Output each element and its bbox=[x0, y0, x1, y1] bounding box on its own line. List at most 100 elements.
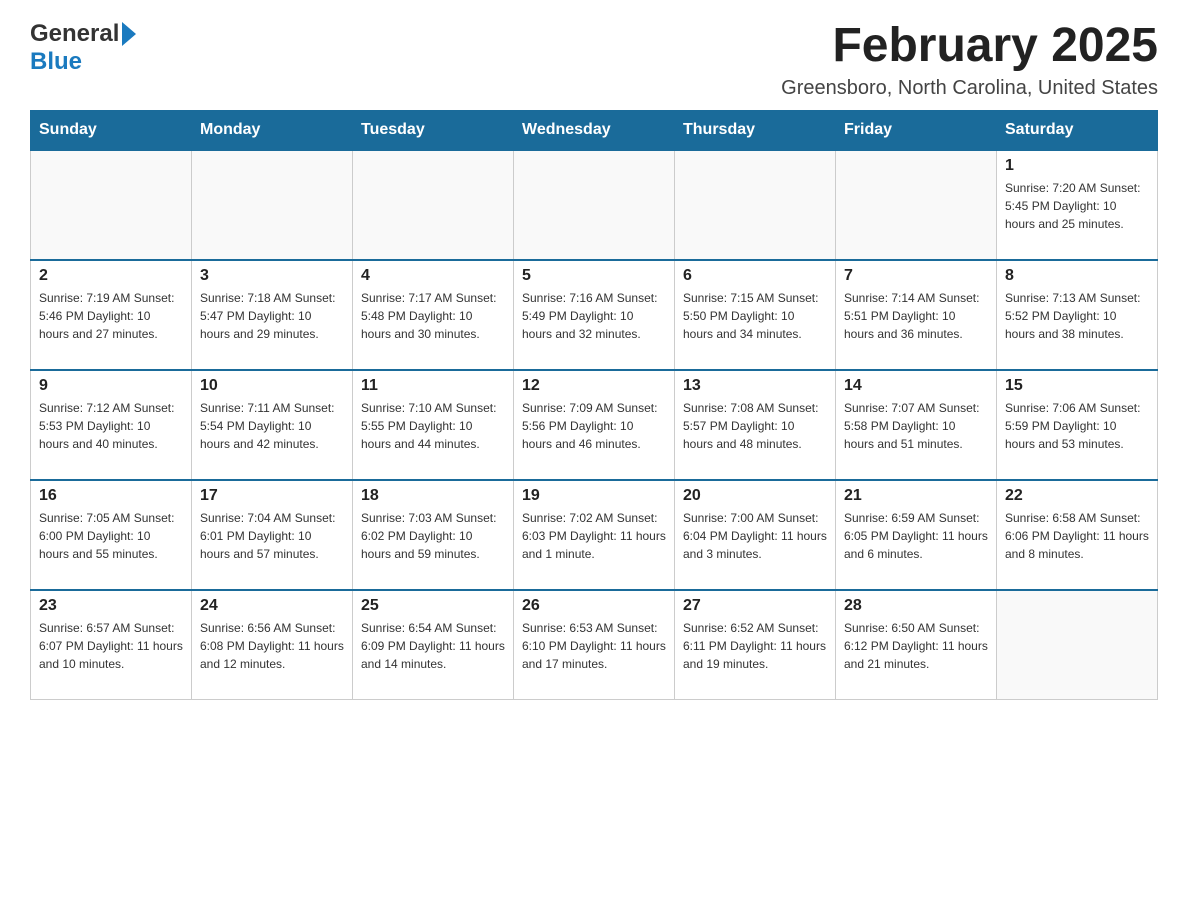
day-info: Sunrise: 7:10 AM Sunset: 5:55 PM Dayligh… bbox=[361, 399, 505, 453]
calendar-day-header: Saturday bbox=[997, 110, 1158, 150]
logo-triangle-icon bbox=[122, 22, 136, 46]
day-number: 6 bbox=[683, 267, 827, 285]
calendar-cell bbox=[997, 590, 1158, 700]
day-number: 18 bbox=[361, 487, 505, 505]
calendar-day-header: Thursday bbox=[675, 110, 836, 150]
day-info: Sunrise: 7:04 AM Sunset: 6:01 PM Dayligh… bbox=[200, 509, 344, 563]
day-info: Sunrise: 6:58 AM Sunset: 6:06 PM Dayligh… bbox=[1005, 509, 1149, 563]
day-number: 7 bbox=[844, 267, 988, 285]
day-number: 24 bbox=[200, 597, 344, 615]
day-info: Sunrise: 7:14 AM Sunset: 5:51 PM Dayligh… bbox=[844, 289, 988, 343]
day-info: Sunrise: 7:17 AM Sunset: 5:48 PM Dayligh… bbox=[361, 289, 505, 343]
calendar-cell: 7 Sunrise: 7:14 AM Sunset: 5:51 PM Daylig… bbox=[836, 260, 997, 370]
day-number: 23 bbox=[39, 597, 183, 615]
day-info: Sunrise: 7:03 AM Sunset: 6:02 PM Dayligh… bbox=[361, 509, 505, 563]
day-number: 12 bbox=[522, 377, 666, 395]
day-info: Sunrise: 7:16 AM Sunset: 5:49 PM Dayligh… bbox=[522, 289, 666, 343]
calendar-cell bbox=[31, 150, 192, 260]
day-info: Sunrise: 7:20 AM Sunset: 5:45 PM Dayligh… bbox=[1005, 179, 1149, 233]
logo-blue-text: Blue bbox=[30, 48, 82, 75]
day-info: Sunrise: 6:56 AM Sunset: 6:08 PM Dayligh… bbox=[200, 619, 344, 673]
calendar-day-header: Wednesday bbox=[514, 110, 675, 150]
day-info: Sunrise: 7:05 AM Sunset: 6:00 PM Dayligh… bbox=[39, 509, 183, 563]
day-number: 27 bbox=[683, 597, 827, 615]
calendar-cell: 5 Sunrise: 7:16 AM Sunset: 5:49 PM Daylig… bbox=[514, 260, 675, 370]
month-title: February 2025 bbox=[781, 20, 1158, 73]
calendar-week-row: 2 Sunrise: 7:19 AM Sunset: 5:46 PM Daylig… bbox=[31, 260, 1158, 370]
day-info: Sunrise: 7:15 AM Sunset: 5:50 PM Dayligh… bbox=[683, 289, 827, 343]
day-number: 13 bbox=[683, 377, 827, 395]
calendar-table: SundayMondayTuesdayWednesdayThursdayFrid… bbox=[30, 110, 1158, 701]
day-number: 22 bbox=[1005, 487, 1149, 505]
calendar-week-row: 9 Sunrise: 7:12 AM Sunset: 5:53 PM Daylig… bbox=[31, 370, 1158, 480]
calendar-cell: 26 Sunrise: 6:53 AM Sunset: 6:10 PM Dayli… bbox=[514, 590, 675, 700]
calendar-cell: 11 Sunrise: 7:10 AM Sunset: 5:55 PM Dayli… bbox=[353, 370, 514, 480]
calendar-cell: 15 Sunrise: 7:06 AM Sunset: 5:59 PM Dayli… bbox=[997, 370, 1158, 480]
calendar-cell: 20Sunrise: 7:00 AM Sunset: 6:04 PM Dayli… bbox=[675, 480, 836, 590]
calendar-cell: 17 Sunrise: 7:04 AM Sunset: 6:01 PM Dayli… bbox=[192, 480, 353, 590]
day-number: 5 bbox=[522, 267, 666, 285]
calendar-cell: 6 Sunrise: 7:15 AM Sunset: 5:50 PM Daylig… bbox=[675, 260, 836, 370]
day-info: Sunrise: 6:52 AM Sunset: 6:11 PM Dayligh… bbox=[683, 619, 827, 673]
calendar-cell: 22 Sunrise: 6:58 AM Sunset: 6:06 PM Dayli… bbox=[997, 480, 1158, 590]
calendar-cell: 19 Sunrise: 7:02 AM Sunset: 6:03 PM Dayli… bbox=[514, 480, 675, 590]
day-info: Sunrise: 7:07 AM Sunset: 5:58 PM Dayligh… bbox=[844, 399, 988, 453]
calendar-cell bbox=[675, 150, 836, 260]
calendar-cell: 25 Sunrise: 6:54 AM Sunset: 6:09 PM Dayli… bbox=[353, 590, 514, 700]
calendar-cell: 12 Sunrise: 7:09 AM Sunset: 5:56 PM Dayli… bbox=[514, 370, 675, 480]
day-number: 19 bbox=[522, 487, 666, 505]
calendar-day-header: Tuesday bbox=[353, 110, 514, 150]
day-info: Sunrise: 7:09 AM Sunset: 5:56 PM Dayligh… bbox=[522, 399, 666, 453]
day-number: 26 bbox=[522, 597, 666, 615]
day-number: 20 bbox=[683, 487, 827, 505]
calendar-week-row: 1 Sunrise: 7:20 AM Sunset: 5:45 PM Daylig… bbox=[31, 150, 1158, 260]
day-info: Sunrise: 6:53 AM Sunset: 6:10 PM Dayligh… bbox=[522, 619, 666, 673]
day-number: 2 bbox=[39, 267, 183, 285]
calendar-cell: 24 Sunrise: 6:56 AM Sunset: 6:08 PM Dayli… bbox=[192, 590, 353, 700]
day-info: Sunrise: 7:06 AM Sunset: 5:59 PM Dayligh… bbox=[1005, 399, 1149, 453]
calendar-cell: 16 Sunrise: 7:05 AM Sunset: 6:00 PM Dayli… bbox=[31, 480, 192, 590]
calendar-cell bbox=[514, 150, 675, 260]
day-info: Sunrise: 6:54 AM Sunset: 6:09 PM Dayligh… bbox=[361, 619, 505, 673]
day-number: 28 bbox=[844, 597, 988, 615]
day-info: Sunrise: 7:02 AM Sunset: 6:03 PM Dayligh… bbox=[522, 509, 666, 563]
calendar-day-header: Monday bbox=[192, 110, 353, 150]
calendar-cell: 21 Sunrise: 6:59 AM Sunset: 6:05 PM Dayli… bbox=[836, 480, 997, 590]
day-number: 10 bbox=[200, 377, 344, 395]
calendar-cell: 28 Sunrise: 6:50 AM Sunset: 6:12 PM Dayli… bbox=[836, 590, 997, 700]
calendar-cell: 23Sunrise: 6:57 AM Sunset: 6:07 PM Dayli… bbox=[31, 590, 192, 700]
day-number: 3 bbox=[200, 267, 344, 285]
calendar-cell: 3Sunrise: 7:18 AM Sunset: 5:47 PM Daylig… bbox=[192, 260, 353, 370]
day-info: Sunrise: 7:11 AM Sunset: 5:54 PM Dayligh… bbox=[200, 399, 344, 453]
day-number: 16 bbox=[39, 487, 183, 505]
day-number: 9 bbox=[39, 377, 183, 395]
day-number: 25 bbox=[361, 597, 505, 615]
calendar-cell: 9 Sunrise: 7:12 AM Sunset: 5:53 PM Daylig… bbox=[31, 370, 192, 480]
day-info: Sunrise: 6:50 AM Sunset: 6:12 PM Dayligh… bbox=[844, 619, 988, 673]
calendar-header-row: SundayMondayTuesdayWednesdayThursdayFrid… bbox=[31, 110, 1158, 150]
calendar-cell bbox=[192, 150, 353, 260]
day-number: 15 bbox=[1005, 377, 1149, 395]
location: Greensboro, North Carolina, United State… bbox=[781, 77, 1158, 100]
day-number: 1 bbox=[1005, 157, 1149, 175]
calendar-cell bbox=[836, 150, 997, 260]
day-number: 4 bbox=[361, 267, 505, 285]
calendar-cell: 18 Sunrise: 7:03 AM Sunset: 6:02 PM Dayli… bbox=[353, 480, 514, 590]
day-info: Sunrise: 7:12 AM Sunset: 5:53 PM Dayligh… bbox=[39, 399, 183, 453]
calendar-cell: 14Sunrise: 7:07 AM Sunset: 5:58 PM Dayli… bbox=[836, 370, 997, 480]
logo-general-text: General bbox=[30, 20, 119, 48]
calendar-cell: 13 Sunrise: 7:08 AM Sunset: 5:57 PM Dayli… bbox=[675, 370, 836, 480]
title-area: February 2025 Greensboro, North Carolina… bbox=[781, 20, 1158, 100]
day-info: Sunrise: 7:19 AM Sunset: 5:46 PM Dayligh… bbox=[39, 289, 183, 343]
calendar-cell: 27 Sunrise: 6:52 AM Sunset: 6:11 PM Dayli… bbox=[675, 590, 836, 700]
day-number: 11 bbox=[361, 377, 505, 395]
day-info: Sunrise: 6:59 AM Sunset: 6:05 PM Dayligh… bbox=[844, 509, 988, 563]
day-number: 17 bbox=[200, 487, 344, 505]
day-number: 8 bbox=[1005, 267, 1149, 285]
calendar-cell bbox=[353, 150, 514, 260]
logo: General Blue bbox=[30, 20, 136, 76]
day-number: 21 bbox=[844, 487, 988, 505]
page-header: General Blue February 2025 Greensboro, N… bbox=[30, 20, 1158, 100]
day-info: Sunrise: 7:08 AM Sunset: 5:57 PM Dayligh… bbox=[683, 399, 827, 453]
calendar-cell: 2 Sunrise: 7:19 AM Sunset: 5:46 PM Daylig… bbox=[31, 260, 192, 370]
